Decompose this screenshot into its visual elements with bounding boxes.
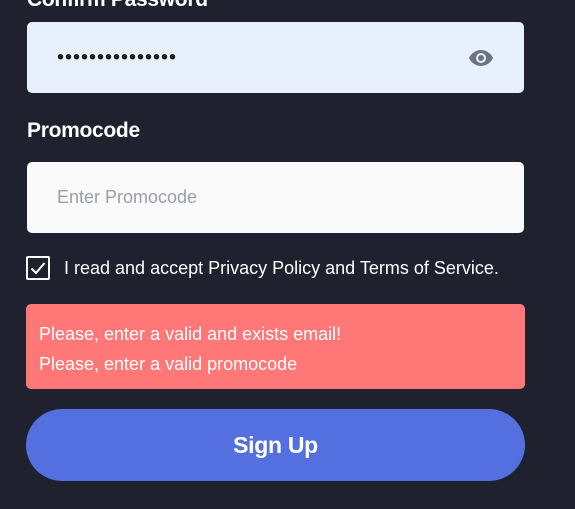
error-email: Please, enter a valid and exists email! (39, 324, 342, 344)
terms-checkbox[interactable] (26, 256, 50, 280)
confirm-password-field[interactable]: ••••••••••••••• (27, 22, 524, 93)
sign-up-button[interactable]: Sign Up (26, 409, 525, 481)
confirm-password-label: Confirm Password (27, 0, 208, 12)
promocode-input[interactable] (27, 162, 524, 233)
terms-text: I read and accept Privacy Policy and Ter… (64, 257, 499, 278)
promocode-label: Promocode (27, 119, 140, 142)
checkmark-icon (30, 262, 46, 275)
error-promocode: Please, enter a valid promocode (39, 354, 298, 374)
eye-icon[interactable] (468, 49, 494, 67)
confirm-password-value: ••••••••••••••• (57, 46, 178, 68)
terms-row: I read and accept Privacy Policy and Ter… (26, 256, 499, 280)
error-message-box: Please, enter a valid and exists email! … (26, 304, 525, 389)
